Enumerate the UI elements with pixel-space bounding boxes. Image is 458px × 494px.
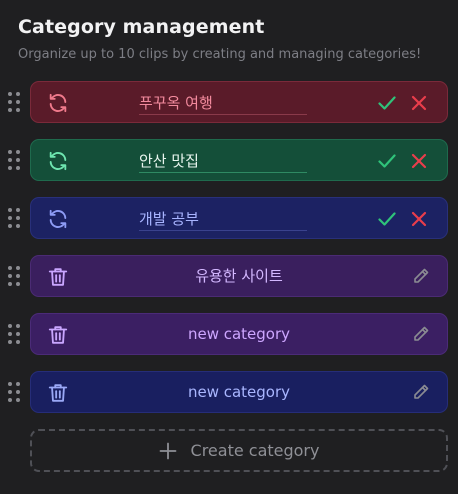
category-name: new category	[187, 325, 291, 343]
category-name-input[interactable]	[139, 206, 307, 230]
close-icon[interactable]	[409, 209, 429, 229]
pencil-icon[interactable]	[412, 325, 430, 343]
category-item	[30, 139, 448, 181]
pencil-icon[interactable]	[412, 267, 430, 285]
create-category-button[interactable]: Create category	[30, 429, 448, 472]
category-name-input[interactable]	[139, 90, 307, 114]
pencil-icon[interactable]	[412, 383, 430, 401]
drag-handle-icon[interactable]	[8, 92, 20, 112]
input-underline	[139, 230, 307, 231]
drag-handle-icon[interactable]	[8, 266, 20, 286]
refresh-icon[interactable]	[47, 208, 69, 230]
category-row: new category	[0, 371, 458, 413]
trash-icon[interactable]	[47, 324, 69, 346]
page-title: Category management	[18, 16, 265, 38]
refresh-icon[interactable]	[47, 92, 69, 114]
category-row: 유용한 사이트	[0, 255, 458, 297]
category-item	[30, 197, 448, 239]
input-underline	[139, 114, 307, 115]
category-name: new category	[187, 383, 291, 401]
close-icon[interactable]	[409, 151, 429, 171]
input-underline	[139, 172, 307, 173]
plus-icon	[159, 442, 176, 459]
category-item	[30, 81, 448, 123]
check-icon[interactable]	[377, 209, 397, 229]
category-item: 유용한 사이트	[30, 255, 448, 297]
category-name: 유용한 사이트	[195, 267, 283, 285]
trash-icon[interactable]	[47, 266, 69, 288]
check-icon[interactable]	[377, 151, 397, 171]
category-item: new category	[30, 313, 448, 355]
category-row	[0, 81, 458, 123]
close-icon[interactable]	[409, 93, 429, 113]
category-row: new category	[0, 313, 458, 355]
check-icon[interactable]	[377, 93, 397, 113]
drag-handle-icon[interactable]	[8, 382, 20, 402]
category-item: new category	[30, 371, 448, 413]
create-category-label: Create category	[190, 441, 320, 460]
category-row	[0, 197, 458, 239]
drag-handle-icon[interactable]	[8, 324, 20, 344]
page-subtitle: Organize up to 10 clips by creating and …	[18, 47, 422, 62]
drag-handle-icon[interactable]	[8, 150, 20, 170]
category-name-input[interactable]	[139, 148, 307, 172]
drag-handle-icon[interactable]	[8, 208, 20, 228]
trash-icon[interactable]	[47, 382, 69, 404]
category-row	[0, 139, 458, 181]
refresh-icon[interactable]	[47, 150, 69, 172]
